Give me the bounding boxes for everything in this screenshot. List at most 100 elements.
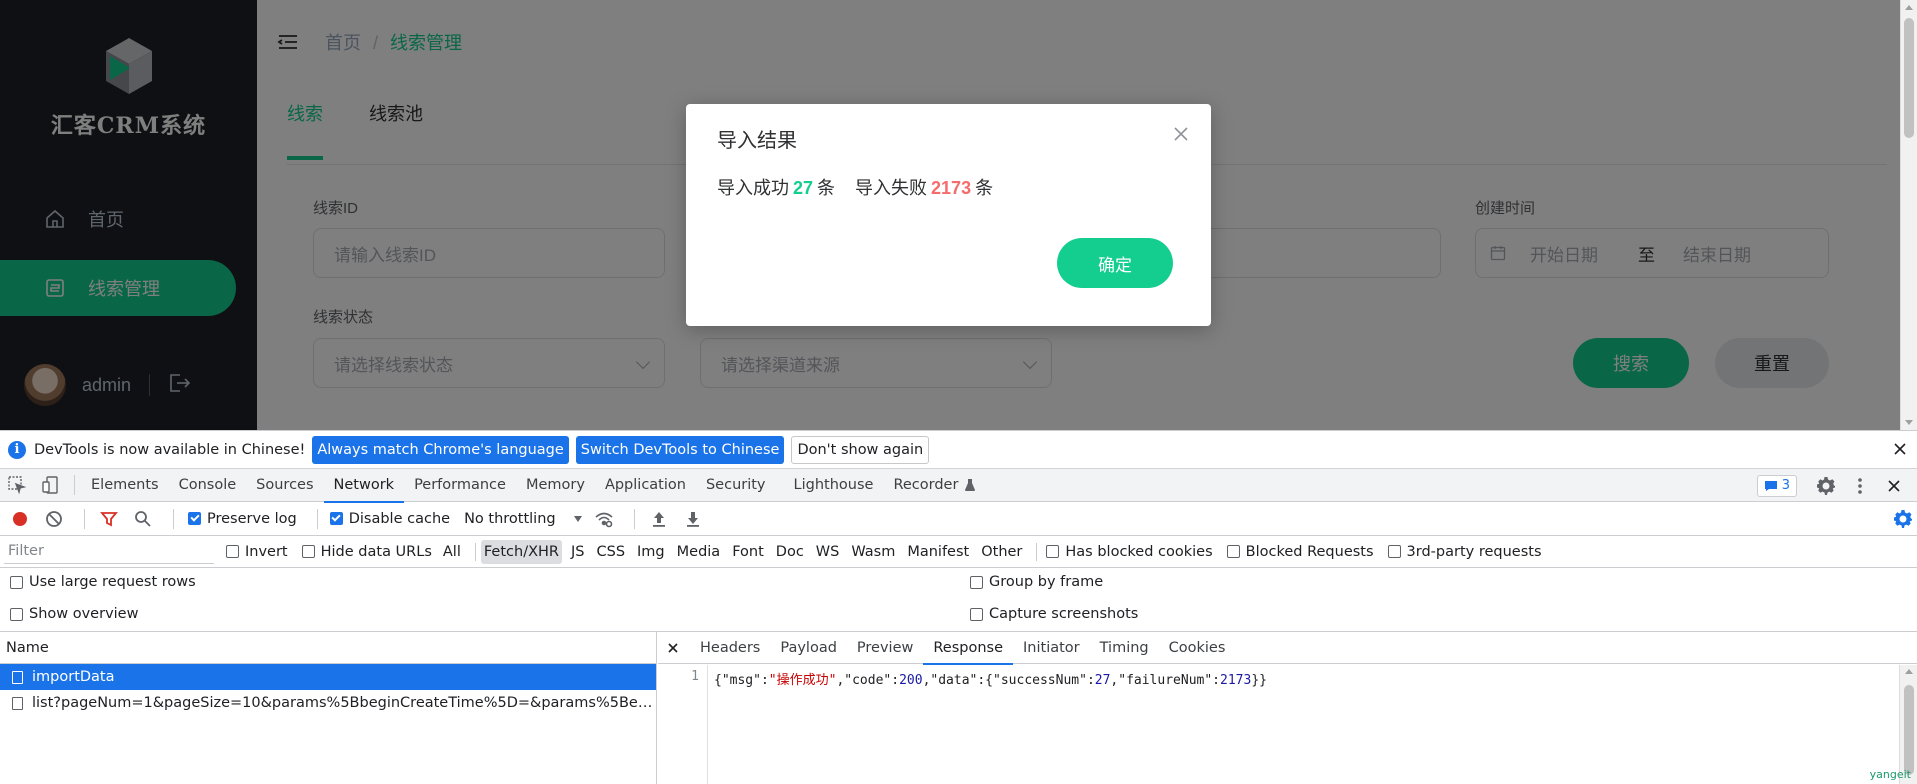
issues-count: 3 <box>1781 478 1790 493</box>
download-icon[interactable] <box>683 509 703 529</box>
inspect-element-icon[interactable] <box>7 475 27 495</box>
filter-css[interactable]: CSS <box>593 540 628 564</box>
tab-lighthouse[interactable]: Lighthouse <box>784 469 884 502</box>
checkbox-label: Disable cache <box>348 510 451 527</box>
filter-all[interactable]: All <box>440 540 464 564</box>
checkbox-box <box>10 575 23 589</box>
tab-response[interactable]: Response <box>923 632 1013 665</box>
tab-performance[interactable]: Performance <box>404 469 516 502</box>
info-icon: i <box>8 440 26 459</box>
checkbox-box <box>10 607 23 621</box>
tab-memory[interactable]: Memory <box>516 469 595 502</box>
disable-cache-checkbox[interactable]: Disable cache <box>329 510 451 527</box>
request-row[interactable]: importData <box>0 664 656 690</box>
checkbox-box <box>970 575 983 589</box>
checkbox-label: Has blocked cookies <box>1065 543 1213 560</box>
scrollbar-thumb[interactable] <box>1904 18 1914 138</box>
search-icon[interactable] <box>133 509 153 529</box>
tab-headers[interactable]: Headers <box>690 632 770 664</box>
upload-icon[interactable] <box>649 509 669 529</box>
tab-recorder[interactable]: Recorder <box>883 469 986 502</box>
checkbox-label: Hide data URLs <box>320 543 432 560</box>
throttling-select[interactable]: No throttling <box>464 511 594 527</box>
blocked-cookies-checkbox[interactable]: Has blocked cookies <box>1046 543 1213 560</box>
close-icon[interactable] <box>1171 124 1191 144</box>
tab-timing[interactable]: Timing <box>1090 632 1159 664</box>
close-icon[interactable] <box>1891 440 1909 458</box>
capture-screenshots-checkbox[interactable]: Capture screenshots <box>970 606 1138 622</box>
match-language-button[interactable]: Always match Chrome's language <box>312 435 569 464</box>
large-rows-checkbox[interactable]: Use large request rows <box>10 574 196 590</box>
response-scrollbar[interactable] <box>1899 665 1917 784</box>
column-header-name[interactable]: Name <box>0 632 656 664</box>
code-token: 200 <box>899 673 923 688</box>
filter-input[interactable]: Filter <box>4 540 214 564</box>
line-number: 1 <box>658 665 708 784</box>
clear-icon[interactable] <box>44 509 64 529</box>
tab-application[interactable]: Application <box>595 469 696 502</box>
switch-language-button[interactable]: Switch DevTools to Chinese <box>575 435 785 464</box>
filter-media[interactable]: Media <box>674 540 724 564</box>
tab-payload[interactable]: Payload <box>770 632 847 664</box>
code-token: { <box>714 673 722 688</box>
tab-network[interactable]: Network <box>323 469 405 503</box>
checkbox-box <box>301 545 315 558</box>
issues-badge[interactable]: 3 <box>1756 474 1797 497</box>
page-scrollbar[interactable] <box>1900 0 1917 430</box>
tab-initiator[interactable]: Initiator <box>1013 632 1090 664</box>
checkbox-box <box>1226 545 1240 558</box>
filter-js[interactable]: JS <box>568 540 587 564</box>
filter-other[interactable]: Other <box>978 540 1025 564</box>
hide-data-urls-checkbox[interactable]: Hide data URLs <box>301 543 432 560</box>
code-token: "data" <box>930 673 978 688</box>
filter-font[interactable]: Font <box>729 540 767 564</box>
network-conditions-icon[interactable] <box>594 509 614 529</box>
show-overview-checkbox[interactable]: Show overview <box>10 606 138 622</box>
filter-wasm[interactable]: Wasm <box>848 540 898 564</box>
request-row[interactable]: list?pageNum=1&pageSize=10&params%5Bbegi… <box>0 690 656 716</box>
invert-checkbox[interactable]: Invert <box>226 544 288 560</box>
dont-show-again-button[interactable]: Don't show again <box>791 435 930 464</box>
code-token: "操作成功" <box>768 673 837 688</box>
response-body[interactable]: 1 {"msg":"操作成功","code":200,"data":{"succ… <box>658 665 1899 784</box>
more-options-icon[interactable] <box>1850 476 1870 496</box>
tab-preview[interactable]: Preview <box>847 632 923 664</box>
filter-img[interactable]: Img <box>634 540 668 564</box>
checkbox-label: Use large request rows <box>29 574 196 590</box>
gear-icon[interactable] <box>1816 476 1836 496</box>
tab-cookies[interactable]: Cookies <box>1159 632 1236 664</box>
tab-console[interactable]: Console <box>169 469 247 502</box>
blocked-requests-checkbox[interactable]: Blocked Requests <box>1226 544 1374 560</box>
fail-prefix: 导入失败 <box>855 178 928 198</box>
filter-doc[interactable]: Doc <box>773 540 807 564</box>
confirm-button[interactable]: 确定 <box>1057 238 1173 288</box>
filter-manifest[interactable]: Manifest <box>904 540 972 564</box>
gear-icon[interactable] <box>1893 509 1913 529</box>
third-party-checkbox[interactable]: 3rd-party requests <box>1387 543 1542 560</box>
code-token: : <box>760 673 769 688</box>
tab-elements[interactable]: Elements <box>81 469 169 502</box>
code-token: :{ <box>977 673 994 688</box>
preserve-log-checkbox[interactable]: Preserve log <box>188 511 297 527</box>
file-icon <box>12 696 23 710</box>
filter-ws[interactable]: WS <box>813 540 843 564</box>
checkbox-box <box>226 545 239 558</box>
record-icon[interactable] <box>10 509 30 529</box>
success-count: 27 <box>793 178 814 198</box>
filter-icon[interactable] <box>99 509 119 529</box>
scrollbar-thumb[interactable] <box>1904 685 1914 775</box>
request-detail: Headers Payload Preview Response Initiat… <box>658 632 1917 784</box>
tab-sources[interactable]: Sources <box>246 469 323 502</box>
tab-security[interactable]: Security <box>696 469 776 502</box>
close-icon[interactable] <box>1884 476 1904 496</box>
checkbox-box <box>1046 545 1060 558</box>
filter-fetch-xhr[interactable]: Fetch/XHR <box>480 539 562 564</box>
device-toolbar-icon[interactable] <box>41 475 61 495</box>
code-token: : <box>1212 673 1220 688</box>
close-icon[interactable] <box>666 641 680 655</box>
devtools-panel: i DevTools is now available in Chinese! … <box>0 430 1917 784</box>
checkbox-label: 3rd-party requests <box>1406 543 1542 560</box>
group-by-frame-checkbox[interactable]: Group by frame <box>970 574 1103 590</box>
message-icon <box>1764 480 1778 492</box>
code-token: 27 <box>1094 673 1111 688</box>
